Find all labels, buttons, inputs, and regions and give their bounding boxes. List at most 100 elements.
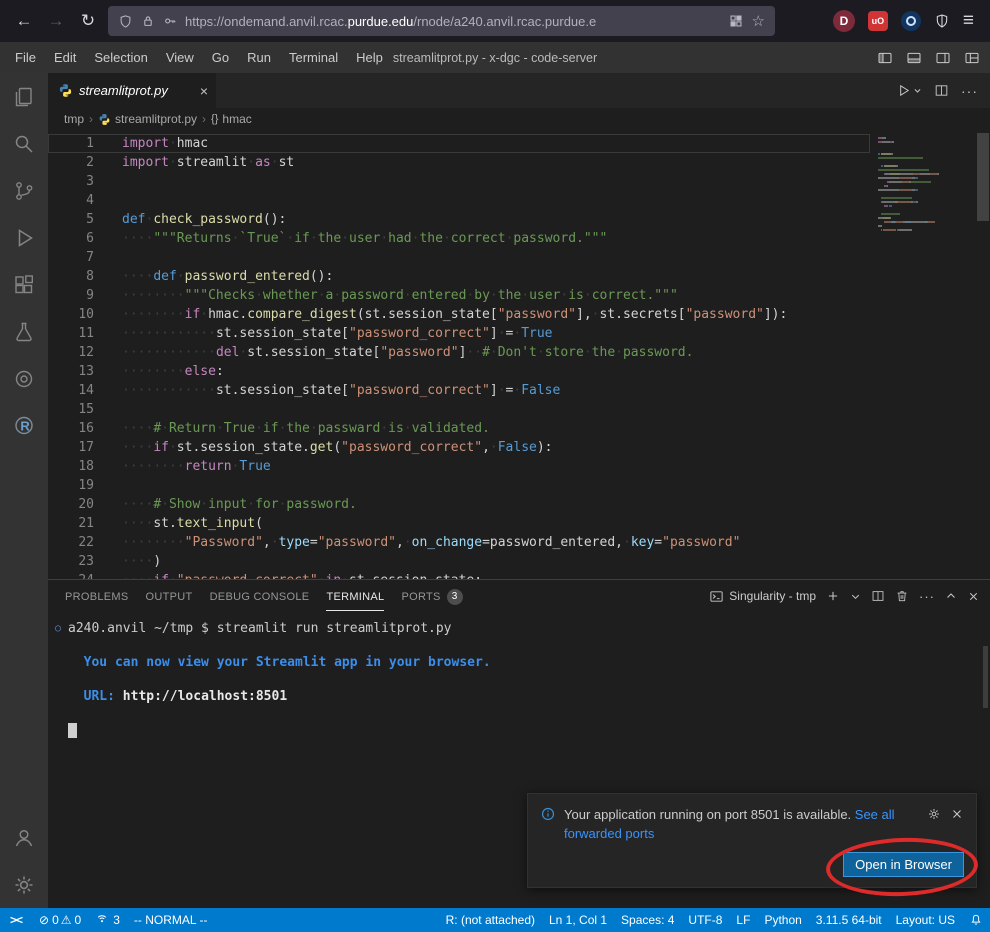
see-all-link[interactable]: See all [855,807,895,822]
code-line-10: 10········if·hmac.compare_digest(st.sess… [48,305,870,324]
search-icon[interactable] [0,120,48,167]
status-lf[interactable]: LF [729,913,757,927]
menu-go[interactable]: Go [203,42,238,73]
browser-menu-icon[interactable]: ≡ [963,10,974,32]
panel-actions: Singularity - tmp ··· [709,589,980,604]
lock-icon[interactable] [141,14,155,28]
panel-tab-output[interactable]: OUTPUT [146,582,193,611]
code-line-4: 4 [48,191,870,210]
explorer-icon[interactable] [0,73,48,120]
info-icon [540,806,556,843]
notifications-bell-icon[interactable] [962,913,990,927]
profile-avatar[interactable]: D [833,10,855,32]
line-number: 9 [48,286,94,305]
notification-close-icon[interactable] [950,807,964,843]
status-ln-1-col-1[interactable]: Ln 1, Col 1 [542,913,614,927]
remote-indicator[interactable]: >< [0,913,32,927]
toggle-secondary-sidebar-icon[interactable] [935,50,951,66]
broadcast-icon [95,913,109,927]
run-python-file-button[interactable] [896,83,922,98]
code-line-6: 6····"""Returns·`True`·if·the·user·had·t… [48,229,870,248]
line-number: 2 [48,153,94,172]
panel-tab-problems[interactable]: PROBLEMS [65,582,129,611]
breadcrumb-file[interactable]: streamlitprot.py [98,112,197,126]
forwarded-ports-link[interactable]: forwarded ports [564,826,654,841]
run-and-debug-icon[interactable] [0,214,48,261]
code-lines[interactable]: 1import·hmac2import·streamlit·as·st345de… [48,130,870,579]
account-icon[interactable] [0,814,48,861]
kill-terminal-trash-icon[interactable] [895,589,909,603]
terminal-line [68,637,990,654]
scrollbar-thumb[interactable] [977,133,989,221]
panel-tab-debug-console[interactable]: DEBUG CONSOLE [210,582,310,611]
split-terminal-icon[interactable] [871,589,885,603]
settings-gear-icon[interactable] [0,861,48,908]
vim-mode-status: -- NORMAL -- [127,913,215,927]
r-language-icon[interactable]: R [0,402,48,449]
adblock-extension-icon[interactable]: uO [868,11,888,31]
browser-back-button[interactable]: ← [10,7,38,35]
test-beaker-icon[interactable] [0,308,48,355]
toggle-sidebar-icon[interactable] [877,50,893,66]
terminal-dropdown-chevron-icon[interactable] [850,591,861,602]
code-editor[interactable]: 1import·hmac2import·streamlit·as·st345de… [48,130,990,579]
extensions-icon[interactable] [0,261,48,308]
database-circle-icon[interactable] [0,355,48,402]
permissions-key-icon[interactable] [163,14,177,28]
status-utf-8[interactable]: UTF-8 [681,913,729,927]
browser-forward-button[interactable]: → [42,7,70,35]
ports-badge: 3 [447,589,463,605]
terminal-profile-selector[interactable]: Singularity - tmp [709,589,816,604]
split-editor-icon[interactable] [934,83,949,98]
menu-terminal[interactable]: Terminal [280,42,347,73]
status-3-11-5-64-bit[interactable]: 3.11.5 64-bit [809,913,889,927]
panel-tab-terminal[interactable]: TERMINAL [326,582,384,611]
breadcrumb-folder[interactable]: tmp [64,112,84,126]
svg-text:R: R [20,418,30,433]
code-line-2: 2import·streamlit·as·st [48,153,870,172]
source-control-icon[interactable] [0,167,48,214]
bookmark-star-icon[interactable]: ☆ [751,12,764,30]
editor-scrollbar[interactable] [976,130,990,579]
status-r-not-attached[interactable]: R: (not attached) [439,913,542,927]
menu-selection[interactable]: Selection [85,42,156,73]
maximize-panel-chevron-up-icon[interactable] [945,590,957,602]
menu-file[interactable]: File [6,42,45,73]
browser-extension-circle-icon[interactable] [901,11,921,31]
menu-run[interactable]: Run [238,42,280,73]
status-python[interactable]: Python [757,913,808,927]
new-terminal-plus-icon[interactable] [826,589,840,603]
browser-extension-shield-icon[interactable] [934,13,950,29]
line-number: 11 [48,324,94,343]
breadcrumb-symbol[interactable]: {} hmac [211,112,252,126]
line-number: 3 [48,172,94,191]
panel-tab-ports[interactable]: PORTS3 [401,580,462,613]
minimap[interactable] [870,130,976,579]
browser-url-bar[interactable]: https://ondemand.anvil.rcac.purdue.edu/r… [108,6,775,36]
terminal-scrollbar[interactable] [983,646,988,708]
customize-layout-icon[interactable] [964,50,980,66]
tab-close-icon[interactable]: × [200,83,208,99]
line-number: 8 [48,267,94,286]
editor-more-actions-icon[interactable]: ··· [961,83,978,99]
menu-help[interactable]: Help [347,42,392,73]
page-actions-grid-icon[interactable] [729,14,743,28]
open-in-browser-button[interactable]: Open in Browser [843,852,964,877]
panel-more-actions-icon[interactable]: ··· [919,589,935,604]
url-domain: purdue.edu [348,14,414,29]
tracking-protection-shield-icon[interactable] [118,14,133,29]
toggle-panel-icon[interactable] [906,50,922,66]
tab-streamlitprot[interactable]: streamlitprot.py × [48,73,216,108]
browser-reload-button[interactable]: ↻ [74,7,102,35]
forwarded-ports-status[interactable]: 3 [88,913,127,927]
status-spaces-4[interactable]: Spaces: 4 [614,913,681,927]
menu-edit[interactable]: Edit [45,42,85,73]
notification-message: Your application running on port 8501 is… [564,805,919,843]
diagnostics-status[interactable]: ⊘ 0 ⚠ 0 [32,913,88,927]
notification-settings-gear-icon[interactable] [927,807,941,843]
code-line-16: 16····#·Return·True·if·the·passward·is·v… [48,419,870,438]
close-panel-icon[interactable] [967,590,980,603]
line-number: 22 [48,533,94,552]
status-layout-us[interactable]: Layout: US [889,913,962,927]
menu-view[interactable]: View [157,42,203,73]
